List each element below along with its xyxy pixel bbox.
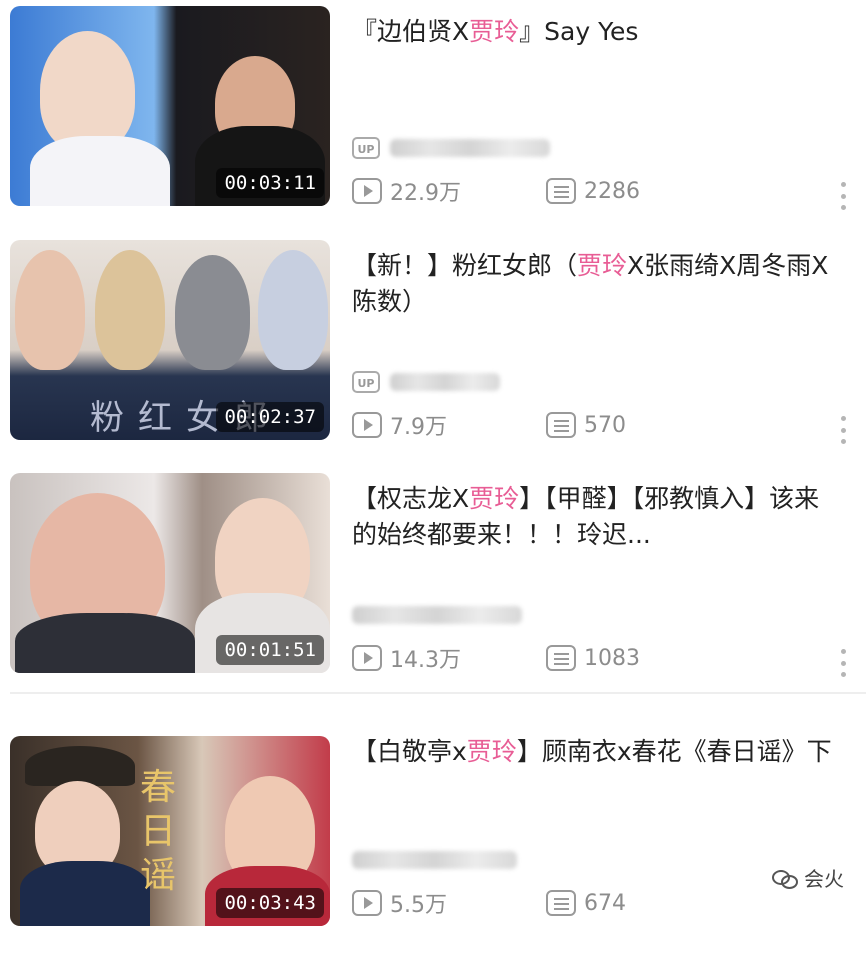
danmaku-count: 570 [546, 410, 626, 440]
play-count: 22.9万 [352, 176, 461, 206]
video-thumbnail[interactable]: 粉红女郎 00:02:37 [10, 240, 330, 440]
video-duration: 00:01:51 [216, 635, 324, 665]
play-count-value: 5.5万 [390, 893, 447, 918]
play-count-icon [352, 645, 382, 671]
more-vertical-icon[interactable] [840, 182, 846, 210]
video-thumbnail[interactable]: 00:01:51 [10, 473, 330, 673]
video-item[interactable]: 00:01:51 【权志龙X贾玲】【甲醛】【邪教慎入】该来的始终都要来！！！玲迟… [0, 473, 866, 703]
play-count-icon [352, 890, 382, 916]
video-duration: 00:03:11 [216, 168, 324, 198]
play-count-value: 14.3万 [390, 648, 461, 673]
uploader-name-blurred [390, 139, 550, 157]
video-title[interactable]: 【白敬亭x贾玲】顾南衣x春花《春日谣》下 [352, 734, 842, 770]
play-count-icon [352, 178, 382, 204]
video-title[interactable]: 【权志龙X贾玲】【甲醛】【邪教慎入】该来的始终都要来！！！玲迟... [352, 481, 842, 553]
video-title[interactable]: 【新！】粉红女郎（贾玲X张雨绮X周冬雨X陈数） [352, 248, 842, 320]
thumbnail-overlay-text: 春日谣 [140, 767, 177, 896]
wechat-icon [772, 868, 798, 889]
more-vertical-icon[interactable] [840, 416, 846, 444]
uploader-name[interactable]: UP [352, 134, 550, 162]
danmaku-icon [546, 178, 576, 204]
video-duration: 00:03:43 [216, 888, 324, 918]
uploader-name[interactable] [352, 846, 517, 874]
uploader-name[interactable]: UP [352, 368, 500, 396]
up-badge-icon: UP [352, 371, 380, 393]
danmaku-icon [546, 412, 576, 438]
video-title[interactable]: 『边伯贤X贾玲』Say Yes [352, 14, 842, 50]
play-count-value: 22.9万 [390, 181, 461, 206]
play-count: 7.9万 [352, 410, 447, 440]
section-divider [10, 692, 866, 694]
video-thumbnail[interactable]: 春日谣 00:03:43 [10, 736, 330, 926]
video-item[interactable]: 春日谣 00:03:43 【白敬亭x贾玲】顾南衣x春花《春日谣》下 5.5万 6… [0, 726, 866, 956]
play-count-icon [352, 412, 382, 438]
wechat-watermark: 会火 [772, 863, 844, 892]
play-count-value: 7.9万 [390, 415, 447, 440]
more-vertical-icon[interactable] [840, 649, 846, 677]
video-duration: 00:02:37 [216, 402, 324, 432]
danmaku-count-value: 2286 [584, 178, 640, 204]
video-item[interactable]: 00:03:11 『边伯贤X贾玲』Say Yes UP 22.9万 2286 [0, 6, 866, 236]
danmaku-count: 1083 [546, 643, 640, 673]
video-thumbnail[interactable]: 00:03:11 [10, 6, 330, 206]
video-item[interactable]: 粉红女郎 00:02:37 【新！】粉红女郎（贾玲X张雨绮X周冬雨X陈数） UP… [0, 240, 866, 470]
uploader-name-blurred [352, 606, 522, 624]
up-badge-icon: UP [352, 137, 380, 159]
danmaku-count: 2286 [546, 176, 640, 206]
play-count: 14.3万 [352, 643, 461, 673]
uploader-name-blurred [352, 851, 517, 869]
uploader-name[interactable] [352, 601, 522, 629]
watermark-text: 会火 [804, 867, 844, 891]
danmaku-icon [546, 890, 576, 916]
danmaku-count-value: 674 [584, 890, 626, 916]
uploader-name-blurred [390, 373, 500, 391]
danmaku-icon [546, 645, 576, 671]
danmaku-count-value: 1083 [584, 645, 640, 671]
play-count: 5.5万 [352, 888, 447, 918]
danmaku-count-value: 570 [584, 412, 626, 438]
danmaku-count: 674 [546, 888, 626, 918]
